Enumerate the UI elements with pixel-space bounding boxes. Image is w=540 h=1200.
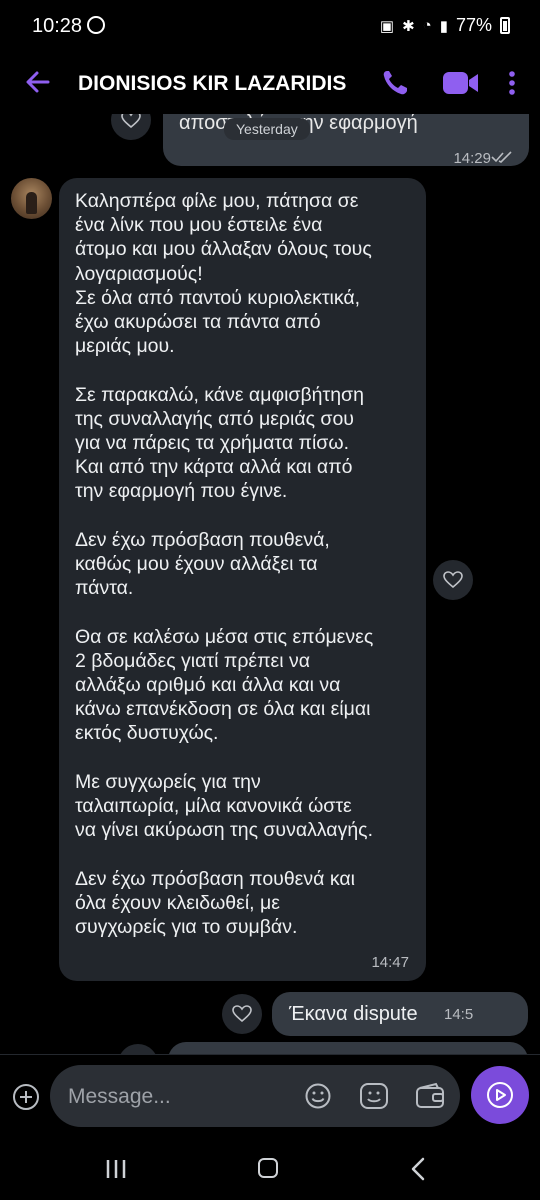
status-icons: ▣ ✱ ◔ ▮ 77% xyxy=(380,15,510,36)
message-time: 14:5 xyxy=(444,1006,474,1023)
incoming-message[interactable]: Καλησπέρα φίλε μου, πάτησα σε ένα λίνκ π… xyxy=(59,178,426,981)
message-paragraph: Καλησπέρα φίλε μου, πάτησα σε ένα λίνκ π… xyxy=(75,190,372,358)
contact-avatar[interactable] xyxy=(11,178,52,219)
message-input[interactable] xyxy=(66,1065,300,1129)
message-time: 14:29 xyxy=(453,150,491,167)
message-body: Καλησπέρα φίλε μου, πάτησα σε ένα λίνκ π… xyxy=(75,189,420,939)
chat-header: DIONISIOS KIR LAZARIDIS xyxy=(0,54,540,114)
signal-icon: ▮ xyxy=(439,17,448,35)
like-heart-icon[interactable] xyxy=(111,114,151,140)
outgoing-message[interactable] xyxy=(168,1042,528,1054)
contact-name[interactable]: DIONISIOS KIR LAZARIDIS xyxy=(78,72,363,96)
message-composer xyxy=(0,1054,540,1141)
message-paragraph: Θα σε καλέσω μέσα στις επόμενες 2 βδομάδ… xyxy=(75,625,374,745)
status-bar: 10:28 ▣ ✱ ◔ ▮ 77% xyxy=(0,0,540,54)
more-vert-icon[interactable] xyxy=(506,68,518,103)
outgoing-message[interactable]: αποστολής στην εφαρμογή 14:29 xyxy=(163,114,529,169)
video-call-icon[interactable] xyxy=(442,68,480,103)
message-paragraph: Με συγχωρείς για την ταλαιπωρία, μίλα κα… xyxy=(75,770,373,842)
home-icon[interactable] xyxy=(258,1158,278,1178)
battery-icon xyxy=(500,17,510,34)
wifi-icon: ◔ xyxy=(422,17,432,34)
date-separator: Yesterday xyxy=(224,118,310,140)
message-paragraph: Σε παρακαλώ, κάνε αμφισβήτηση της συναλλ… xyxy=(75,383,364,503)
like-heart-icon[interactable] xyxy=(118,1044,158,1054)
sim-icon: ▣ xyxy=(379,17,395,35)
chat-history[interactable]: αποστολής στην εφαρμογή 14:29 Yesterday … xyxy=(0,114,540,1054)
phone-call-icon[interactable] xyxy=(380,68,410,103)
viber-icon xyxy=(87,16,105,34)
system-nav-bar xyxy=(0,1140,540,1200)
battery-percent: 77% xyxy=(455,15,492,35)
send-button[interactable] xyxy=(471,1066,529,1124)
emoji-icon[interactable] xyxy=(304,1082,332,1115)
outgoing-message[interactable]: Έκανα dispute 14:5 xyxy=(272,992,528,1036)
bluetooth-icon: ✱ xyxy=(402,17,415,35)
send-icon xyxy=(487,1082,513,1108)
add-icon[interactable] xyxy=(13,1084,39,1110)
read-ticks-icon xyxy=(491,150,513,169)
message-paragraph: Δεν έχω πρόσβαση πουθενά, καθώς μου έχου… xyxy=(75,528,330,600)
back-icon[interactable] xyxy=(410,1157,426,1186)
recent-apps-icon[interactable] xyxy=(104,1158,128,1185)
wallet-icon[interactable] xyxy=(415,1082,445,1115)
like-heart-icon[interactable] xyxy=(433,560,473,600)
message-paragraph: Δεν έχω πρόσβαση πουθενά και όλα έχουν κ… xyxy=(75,867,355,939)
sticker-icon[interactable] xyxy=(359,1082,389,1115)
message-time: 14:47 xyxy=(371,954,409,971)
message-field[interactable] xyxy=(50,1065,460,1129)
status-time: 10:28 xyxy=(32,15,83,37)
like-heart-icon[interactable] xyxy=(222,994,262,1034)
back-arrow-icon[interactable] xyxy=(24,68,52,101)
message-text: Έκανα dispute xyxy=(289,1003,418,1025)
